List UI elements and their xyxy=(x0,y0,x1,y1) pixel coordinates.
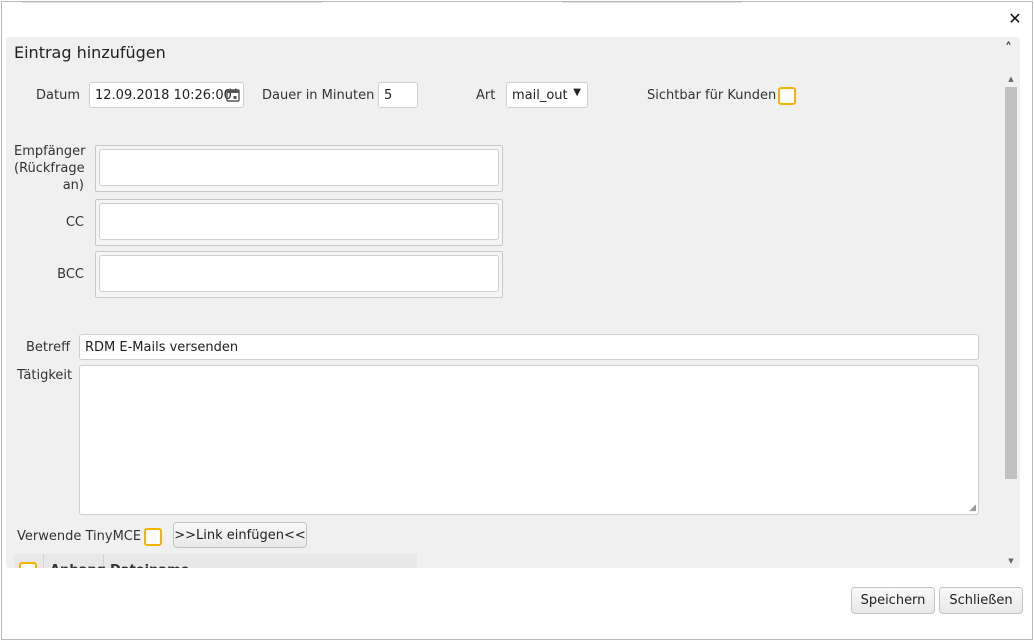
scroll-down-arrow-icon[interactable]: ▼ xyxy=(1006,557,1016,565)
empfaenger-box xyxy=(95,145,503,192)
sichtbar-checkbox[interactable] xyxy=(778,87,796,105)
taetigkeit-label: Tätigkeit xyxy=(17,368,73,383)
art-select[interactable]: mail_out ▼ xyxy=(506,82,588,108)
close-button[interactable]: Schließen xyxy=(939,587,1023,614)
dialog: ✕ Eintrag hinzufügen ˄ ▲ ▼ Datum 12.09.2… xyxy=(1,1,1033,640)
art-value: mail_out xyxy=(512,87,568,103)
scroll-thumb[interactable] xyxy=(1005,87,1017,479)
tinymce-checkbox[interactable] xyxy=(144,528,162,546)
empfaenger-label: Empfänger (Rückfrage an) xyxy=(14,144,86,193)
select-all-checkbox[interactable] xyxy=(19,562,37,568)
table-header-dateiname[interactable]: Dateiname xyxy=(104,554,417,568)
table-header-anhang[interactable]: Anhang xyxy=(44,554,106,568)
resize-grip-icon[interactable]: ◢ xyxy=(969,503,976,513)
bcc-label: BCC xyxy=(57,267,84,282)
dropdown-arrow-icon: ▼ xyxy=(573,87,581,98)
cc-box xyxy=(95,199,503,246)
datum-label: Datum xyxy=(36,88,80,103)
scroll-up-arrow-icon[interactable]: ▲ xyxy=(1006,75,1016,83)
table-header-select xyxy=(14,554,44,568)
bcc-input[interactable] xyxy=(99,255,499,292)
background-divider xyxy=(562,2,742,3)
close-icon[interactable]: ✕ xyxy=(1004,8,1026,30)
betreff-value: RDM E-Mails versenden xyxy=(85,339,239,355)
link-einfuegen-button[interactable]: >>Link einfügen<< xyxy=(173,522,307,548)
art-label: Art xyxy=(476,88,496,103)
calendar-icon[interactable] xyxy=(226,88,240,102)
taetigkeit-textarea[interactable]: ◢ xyxy=(79,365,979,515)
background-divider xyxy=(22,2,322,3)
tinymce-label: Verwende TinyMCE xyxy=(17,529,142,544)
datum-input[interactable]: 12.09.2018 10:26:00 xyxy=(89,82,244,108)
empfaenger-input[interactable] xyxy=(99,149,499,186)
betreff-label: Betreff xyxy=(26,340,71,355)
betreff-input[interactable]: RDM E-Mails versenden xyxy=(79,334,979,360)
chevron-up-icon[interactable]: ˄ xyxy=(1005,41,1012,57)
dauer-input[interactable]: 5 xyxy=(378,82,418,108)
sichtbar-label: Sichtbar für Kunden xyxy=(647,88,777,103)
dauer-label: Dauer in Minuten xyxy=(262,88,375,103)
scrollbar[interactable]: ▲ ▼ xyxy=(1004,75,1018,565)
bcc-box xyxy=(95,251,503,298)
dauer-value: 5 xyxy=(384,87,393,103)
cc-input[interactable] xyxy=(99,203,499,240)
save-button[interactable]: Speichern xyxy=(851,587,935,614)
panel-title: Eintrag hinzufügen xyxy=(14,43,166,62)
datum-value: 12.09.2018 10:26:00 xyxy=(95,87,232,103)
entry-panel: Eintrag hinzufügen ˄ ▲ ▼ Datum 12.09.201… xyxy=(6,37,1020,568)
cc-label: CC xyxy=(65,215,84,230)
attachments-table-header: Anhang Dateiname xyxy=(14,554,417,568)
